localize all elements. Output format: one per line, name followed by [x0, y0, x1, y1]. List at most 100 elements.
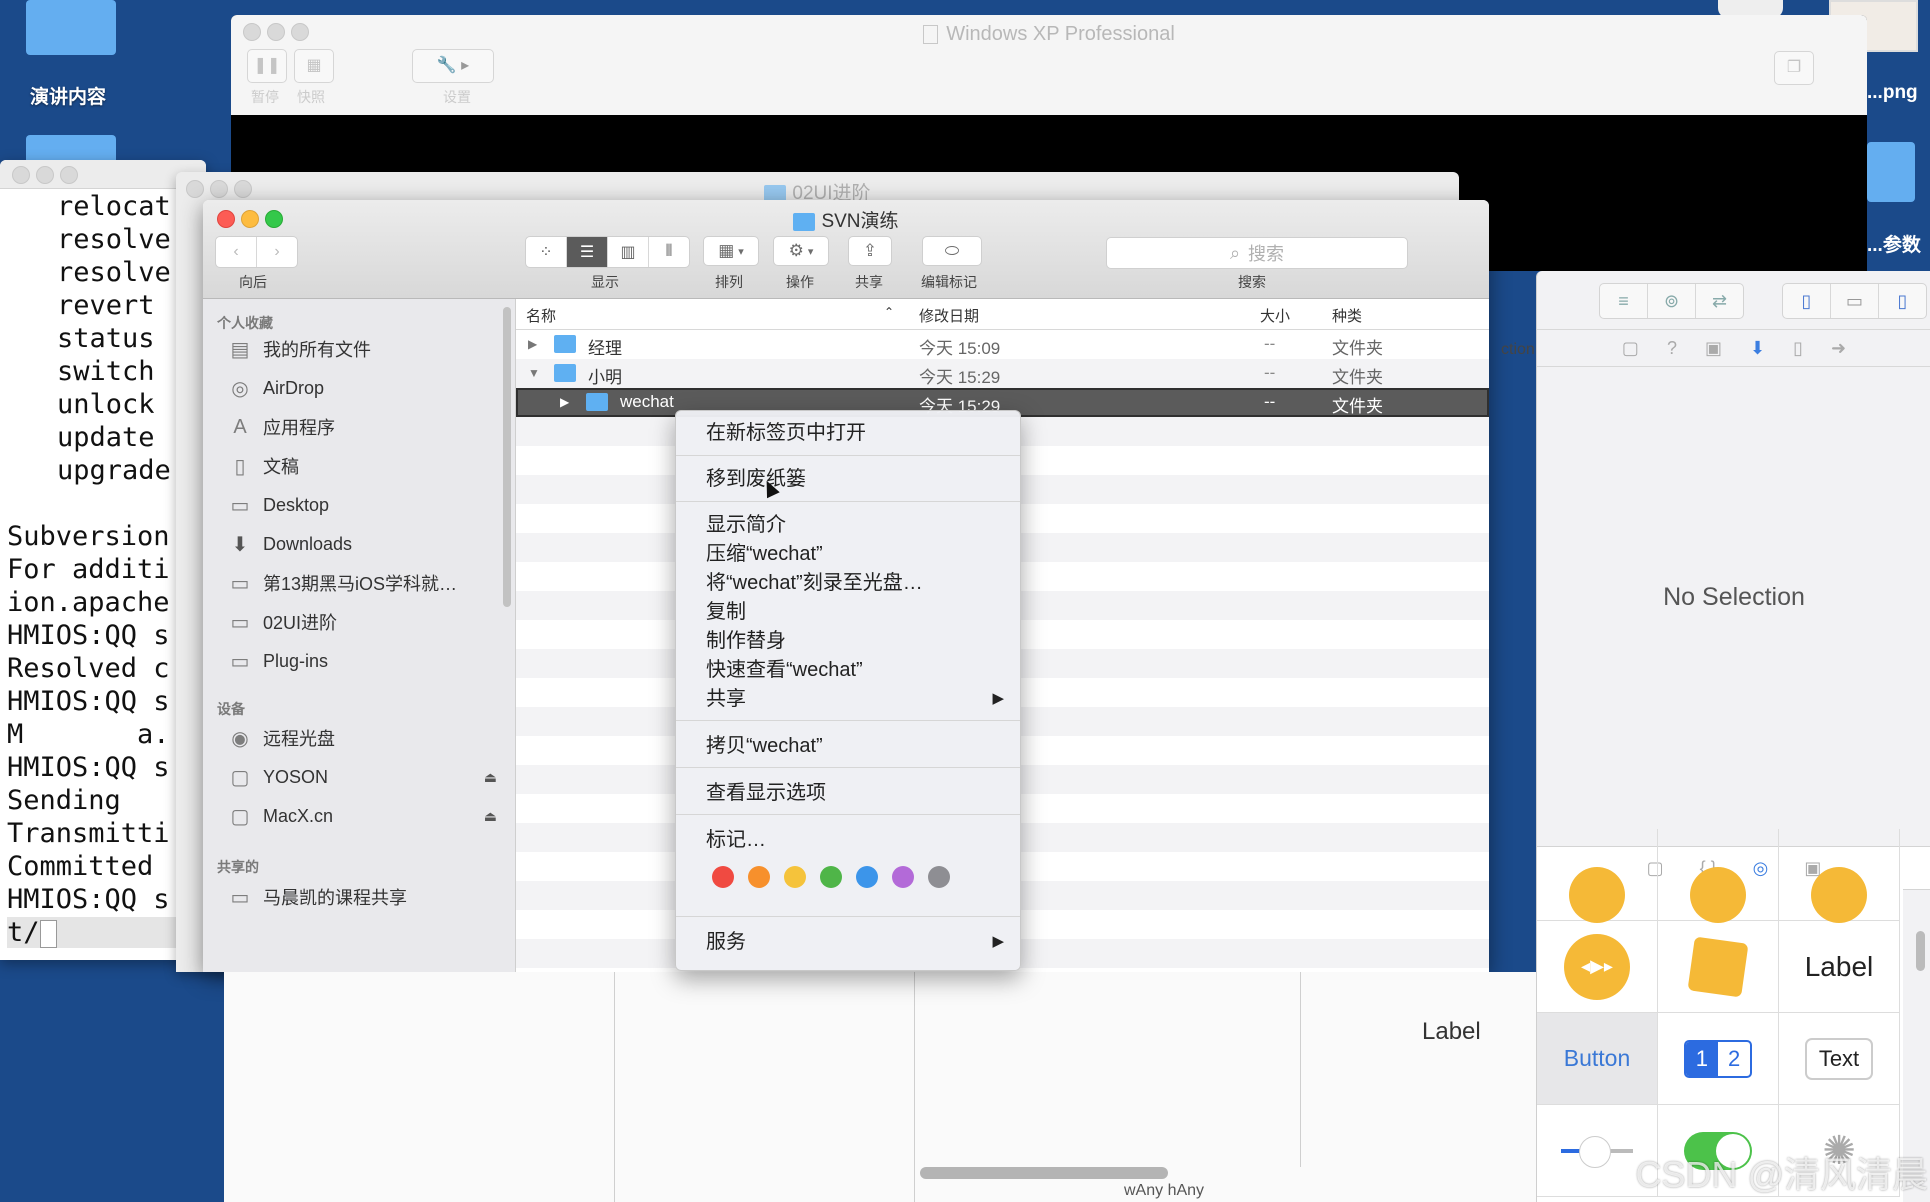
arrange-button[interactable]: ▦ ▾: [703, 236, 759, 266]
sidebar-item-downloads[interactable]: ⬇ Downloads: [227, 526, 497, 562]
disclosure-triangle-icon[interactable]: ▶: [560, 395, 569, 409]
tag-purple[interactable]: [892, 866, 914, 888]
column-view-button[interactable]: ▥: [608, 237, 649, 267]
sidebar-item-yoson[interactable]: ▢ YOSON ⏏: [227, 759, 497, 795]
tag-orange[interactable]: [748, 866, 770, 888]
library-item-segmented-control[interactable]: 12: [1658, 1013, 1779, 1105]
column-header-size[interactable]: 大小: [1260, 305, 1290, 326]
sidebar-item-shared-computer[interactable]: ▭ 马晨凯的课程共享: [227, 879, 497, 915]
edit-tags-button[interactable]: ⬭: [922, 236, 982, 266]
library-item-button[interactable]: Button: [1537, 1013, 1658, 1105]
desktop-folder-label[interactable]: 演讲内容: [30, 82, 106, 109]
sidebar-item-desktop[interactable]: ▭ Desktop: [227, 487, 497, 523]
standard-editor-icon[interactable]: ≡: [1600, 284, 1648, 318]
fullscreen-button[interactable]: ❐: [1774, 51, 1814, 85]
size-inspector-icon[interactable]: ▯: [1793, 338, 1803, 359]
windows-icon: ❐: [1786, 59, 1802, 76]
version-editor-icon[interactable]: ⇄: [1696, 284, 1743, 318]
close-button[interactable]: [12, 166, 30, 184]
library-item-label[interactable]: Label: [1779, 921, 1900, 1013]
file-inspector-icon[interactable]: ▢: [1622, 338, 1639, 359]
quick-help-icon[interactable]: ?: [1667, 338, 1677, 359]
sidebar-item-macx[interactable]: ▢ MacX.cn ⏏: [227, 798, 497, 834]
pause-button[interactable]: ❚❚: [247, 49, 287, 83]
terminal-output[interactable]: relocat resolve resolve revert status sw…: [7, 190, 203, 949]
desktop-folder-icon[interactable]: [1867, 142, 1915, 202]
menu-item-get-info[interactable]: 显示简介: [706, 511, 1004, 539]
menu-item-open-in-new-tab[interactable]: 在新标签页中打开: [706, 419, 1004, 447]
file-row[interactable]: ▶ 经理 今天 15:09 -- 文件夹: [516, 330, 1489, 359]
utilities-toggle-icon[interactable]: ▯: [1879, 284, 1926, 318]
assistant-editor-icon[interactable]: ⊚: [1648, 284, 1696, 318]
library-item-partial[interactable]: [1779, 829, 1900, 923]
disclosure-triangle-icon[interactable]: ▶: [528, 337, 537, 351]
canvas-label[interactable]: Label: [1422, 1018, 1481, 1046]
menu-item-burn-to-disc[interactable]: 将“wechat”刻录至光盘…: [706, 569, 1004, 597]
xcode-canvas[interactable]: Label wAny hAny: [224, 972, 1536, 1202]
library-item-partial[interactable]: [1658, 829, 1779, 923]
tag-yellow[interactable]: [784, 866, 806, 888]
attributes-inspector-icon[interactable]: ⬇: [1750, 338, 1765, 359]
sidebar-item-02ui[interactable]: ▭ 02UI进阶: [227, 604, 497, 640]
action-button[interactable]: ⚙ ▾: [773, 236, 829, 266]
back-button[interactable]: ‹: [216, 237, 257, 267]
library-item-text-field[interactable]: Text: [1779, 1013, 1900, 1105]
tag-gray[interactable]: [928, 866, 950, 888]
connections-inspector-icon[interactable]: ➜: [1831, 338, 1846, 359]
forward-button[interactable]: ›: [257, 237, 297, 267]
desktop-file-label[interactable]: ...png: [1867, 82, 1918, 104]
menu-item-services[interactable]: 服务 ▶: [706, 928, 1004, 956]
settings-button[interactable]: 🔧 ▸: [412, 49, 494, 83]
tag-blue[interactable]: [856, 866, 878, 888]
debug-area-toggle-icon[interactable]: ▭: [1831, 284, 1879, 318]
menu-item-make-alias[interactable]: 制作替身: [706, 627, 1004, 655]
sidebar-item-airdrop[interactable]: ◎ AirDrop: [227, 370, 497, 406]
icon-view-button[interactable]: ⁘: [526, 237, 567, 267]
sidebar-item-remote-disc[interactable]: ◉ 远程光盘: [227, 720, 497, 756]
library-item-avkit-player[interactable]: ◂▶▸: [1537, 921, 1658, 1013]
terminal-prompt[interactable]: t/: [7, 917, 203, 948]
library-item-object[interactable]: [1658, 921, 1779, 1013]
menu-item-duplicate[interactable]: 复制: [706, 598, 1004, 626]
tag-red[interactable]: [712, 866, 734, 888]
eject-icon[interactable]: ⏏: [484, 808, 497, 825]
horizontal-scrollbar[interactable]: [920, 1167, 1168, 1179]
minimize-button[interactable]: [36, 166, 54, 184]
library-scrollbar[interactable]: [1916, 931, 1925, 971]
size-class-label[interactable]: wAny hAny: [1124, 1182, 1204, 1200]
menu-item-copy[interactable]: 拷贝“wechat”: [706, 732, 1004, 760]
zoom-button[interactable]: [60, 166, 78, 184]
menu-item-quick-look[interactable]: 快速查看“wechat”: [706, 656, 1004, 684]
menu-item-show-view-options[interactable]: 查看显示选项: [706, 779, 1004, 807]
menu-item-compress[interactable]: 压缩“wechat”: [706, 540, 1004, 568]
menu-item-share[interactable]: 共享 ▶: [706, 685, 1004, 713]
disclosure-triangle-icon[interactable]: ▼: [528, 366, 540, 380]
file-row[interactable]: ▼ 小明 今天 15:29 -- 文件夹: [516, 359, 1489, 388]
desktop-folder-label[interactable]: ...参数: [1867, 230, 1921, 257]
eject-icon[interactable]: ⏏: [484, 769, 497, 786]
snapshot-button[interactable]: ▦: [294, 49, 334, 83]
list-view-button[interactable]: ☰: [567, 237, 608, 267]
identity-inspector-icon[interactable]: ▣: [1705, 338, 1722, 359]
share-button[interactable]: ⇪: [848, 236, 892, 266]
menu-item-move-to-trash[interactable]: 移到废纸篓: [706, 465, 1004, 493]
sidebar-item-plugins[interactable]: ▭ Plug-ins: [227, 643, 497, 679]
sidebar-item-applications[interactable]: A 应用程序: [227, 409, 497, 445]
sidebar-item-course-folder[interactable]: ▭ 第13期黑马iOS学科就…: [227, 565, 497, 601]
view-label: 显示: [591, 274, 619, 290]
sidebar-item-all-files[interactable]: ▤ 我的所有文件: [227, 331, 497, 367]
tag-green[interactable]: [820, 866, 842, 888]
sidebar-item-documents[interactable]: ▯ 文稿: [227, 448, 497, 484]
cover-flow-button[interactable]: ⫴: [649, 237, 689, 267]
column-header-kind[interactable]: 种类: [1332, 305, 1362, 326]
navigator-toggle-icon[interactable]: ▯: [1783, 284, 1831, 318]
search-field[interactable]: ⌕ 搜索: [1106, 237, 1408, 269]
menu-separator: [676, 455, 1020, 456]
library-item-partial[interactable]: [1537, 829, 1658, 923]
menu-item-tags[interactable]: 标记…: [706, 826, 1004, 854]
sidebar-scrollbar[interactable]: [503, 307, 511, 607]
folder-icon: ▭: [230, 650, 250, 673]
desktop-folder-icon[interactable]: [26, 0, 116, 55]
column-header-name[interactable]: 名称: [526, 305, 556, 326]
column-header-date[interactable]: 修改日期: [919, 305, 979, 326]
